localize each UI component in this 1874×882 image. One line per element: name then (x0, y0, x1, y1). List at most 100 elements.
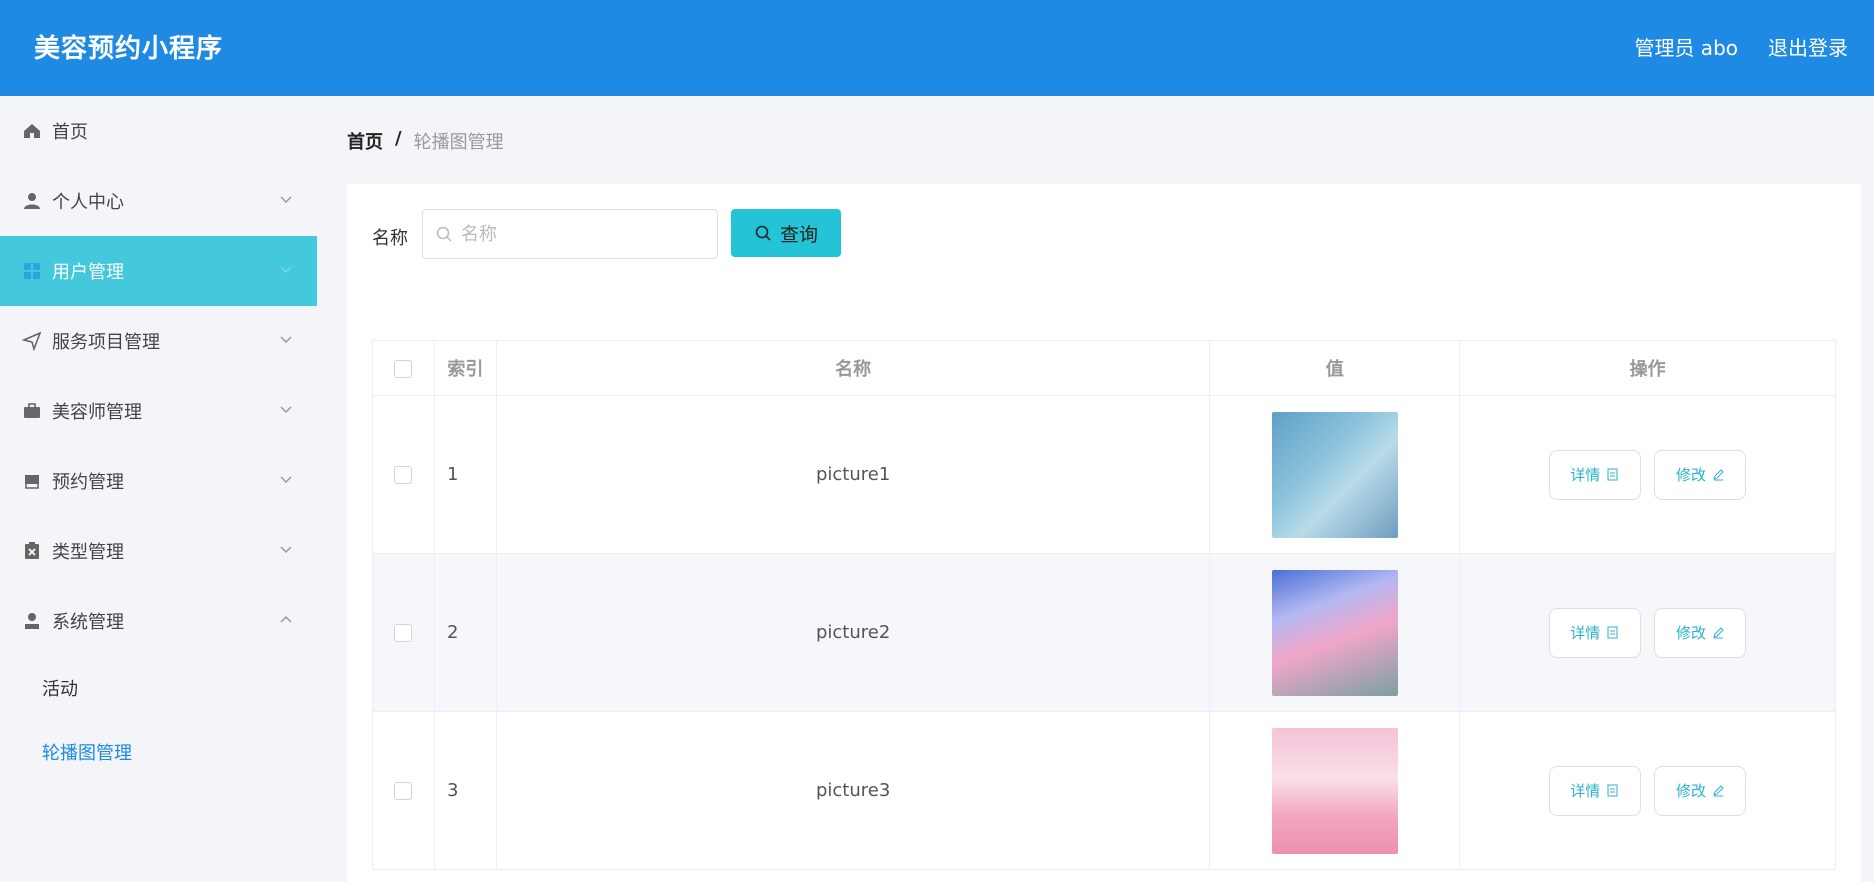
detail-button[interactable]: 详情 (1548, 449, 1641, 500)
search-label: 名称 (372, 228, 408, 249)
row-name: picture2 (495, 553, 1211, 712)
search-field[interactable] (422, 209, 718, 259)
table-row: 2 picture2 详情 修改 (372, 553, 1836, 712)
carousel-image-thumbnail[interactable] (1271, 727, 1398, 854)
search-button[interactable]: 查询 (731, 209, 841, 257)
sidebar-item-label: 系统管理 (52, 612, 124, 633)
table-row: 1 picture1 详情 修改 (372, 395, 1836, 554)
sidebar-item-label: 用户管理 (52, 262, 124, 283)
main-card: 名称 查询 索引 名称 值 操作 1 picture1 详情 (347, 184, 1861, 882)
sidebar-subitem-carousel-management[interactable]: 轮播图管理 (0, 720, 317, 784)
edit-button-label: 修改 (1675, 782, 1706, 800)
document-icon (1607, 468, 1618, 481)
sidebar-subitem-label: 轮播图管理 (42, 743, 132, 764)
edit-button[interactable]: 修改 (1654, 607, 1747, 658)
sidebar-item-system-management[interactable]: 系统管理 (0, 586, 317, 656)
row-index: 3 (433, 711, 497, 870)
detail-button-label: 详情 (1570, 624, 1601, 642)
breadcrumb-separator: / (395, 128, 402, 149)
row-value-cell (1209, 553, 1461, 712)
edit-button-label: 修改 (1675, 466, 1706, 484)
row-actions: 详情 修改 (1459, 395, 1836, 554)
row-checkbox[interactable] (394, 782, 413, 800)
edit-button[interactable]: 修改 (1654, 765, 1747, 816)
sidebar-item-beautician-management[interactable]: 美容师管理 (0, 376, 317, 446)
document-icon (1607, 626, 1618, 639)
row-select-cell (372, 553, 435, 712)
home-icon (22, 121, 42, 141)
sidebar-item-appointment-management[interactable]: 预约管理 (0, 446, 317, 516)
carousel-table: 索引 名称 值 操作 1 picture1 详情 修改 2 picture2 详… (372, 340, 1836, 870)
sidebar-subitem-activity[interactable]: 活动 (0, 656, 317, 720)
row-index: 1 (433, 395, 497, 554)
row-name: picture3 (495, 711, 1211, 870)
search-icon (755, 225, 771, 241)
carousel-image-thumbnail[interactable] (1271, 411, 1398, 538)
sidebar-subitem-label: 活动 (42, 679, 78, 700)
edit-pencil-icon (1713, 469, 1724, 481)
search-icon (436, 226, 452, 242)
row-select-cell (372, 711, 435, 870)
header-index: 索引 (433, 340, 497, 396)
chevron-down-icon (280, 476, 292, 484)
header-select-all (372, 340, 435, 396)
chevron-up-icon (280, 615, 292, 623)
detail-button[interactable]: 详情 (1548, 765, 1641, 816)
briefcase-icon (22, 401, 42, 421)
breadcrumb: 首页 / 轮播图管理 (347, 128, 504, 154)
edit-pencil-icon (1713, 627, 1724, 639)
row-actions: 详情 修改 (1459, 711, 1836, 870)
user-stamp-icon (22, 611, 42, 631)
chevron-down-icon (280, 196, 292, 204)
edit-pencil-icon (1713, 785, 1724, 797)
carousel-image-thumbnail[interactable] (1271, 569, 1398, 696)
sidebar: 首页 个人中心 用户管理 服务项目管理 美容师管理 预约管理 类型管理 系统管理… (0, 96, 317, 882)
breadcrumb-current: 轮播图管理 (413, 132, 504, 153)
row-checkbox[interactable] (394, 624, 413, 642)
header-value: 值 (1209, 340, 1461, 396)
inbox-icon (22, 471, 42, 491)
send-icon (22, 331, 42, 351)
sidebar-item-user-management[interactable]: 用户管理 (0, 236, 317, 306)
row-value-cell (1209, 395, 1461, 554)
chevron-down-icon (280, 406, 292, 414)
sidebar-item-home[interactable]: 首页 (0, 96, 317, 166)
app-title: 美容预约小程序 (34, 34, 224, 64)
sidebar-item-type-management[interactable]: 类型管理 (0, 516, 317, 586)
row-select-cell (372, 395, 435, 554)
sidebar-item-label: 服务项目管理 (52, 332, 160, 353)
grid-icon (22, 261, 42, 281)
current-user[interactable]: 管理员 abo (1634, 32, 1738, 61)
sidebar-item-label: 个人中心 (52, 192, 124, 213)
sidebar-item-label: 类型管理 (52, 542, 124, 563)
select-all-checkbox[interactable] (394, 359, 413, 378)
chevron-down-icon (280, 546, 292, 554)
row-index: 2 (433, 553, 497, 712)
row-name: picture1 (495, 395, 1211, 554)
search-input[interactable] (461, 223, 701, 245)
user-icon (22, 191, 42, 211)
sidebar-item-label: 首页 (52, 122, 88, 143)
sidebar-item-service-management[interactable]: 服务项目管理 (0, 306, 317, 376)
edit-button[interactable]: 修改 (1654, 449, 1747, 500)
sidebar-item-label: 预约管理 (52, 472, 124, 493)
chevron-down-icon (280, 266, 292, 274)
chevron-down-icon (280, 336, 292, 344)
header-actions: 管理员 abo 退出登录 (1634, 32, 1848, 61)
header-action: 操作 (1459, 340, 1836, 396)
clipboard-icon (22, 541, 42, 561)
breadcrumb-home[interactable]: 首页 (347, 128, 383, 154)
detail-button[interactable]: 详情 (1548, 607, 1641, 658)
table-row: 3 picture3 详情 修改 (372, 711, 1836, 870)
document-icon (1607, 784, 1618, 797)
detail-button-label: 详情 (1570, 782, 1601, 800)
row-actions: 详情 修改 (1459, 553, 1836, 712)
search-button-label: 查询 (779, 224, 818, 246)
edit-button-label: 修改 (1675, 624, 1706, 642)
row-value-cell (1209, 711, 1461, 870)
table-header-row: 索引 名称 值 操作 (372, 340, 1836, 396)
sidebar-item-personal-center[interactable]: 个人中心 (0, 166, 317, 236)
logout-button[interactable]: 退出登录 (1768, 32, 1848, 61)
header-name: 名称 (495, 340, 1211, 396)
row-checkbox[interactable] (394, 466, 413, 484)
